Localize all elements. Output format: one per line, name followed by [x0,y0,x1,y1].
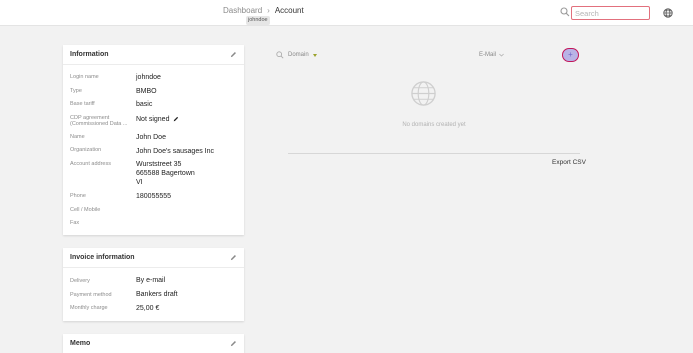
chevron-down-icon [312,53,317,57]
search-icon [276,51,284,59]
payment-label: Payment method [70,292,112,298]
memo-card-header: Memo [63,334,244,353]
memo-card: Memo [63,334,244,353]
type-label: Type [70,88,82,94]
organization-value: John Doe's sausages Inc [136,148,214,155]
login-name-value: johndoe [136,74,161,81]
address-line3: VI [136,179,143,186]
search-input[interactable] [571,6,650,20]
cell-label: Cell / Mobile [70,207,101,213]
domain-filter-dropdown[interactable]: Domain [288,52,317,58]
information-card: Information Login name johndoe Type BMBO… [63,45,244,235]
address-line2: 665588 Bagertown [136,170,195,177]
name-label: Name [70,134,85,140]
delivery-value: By e-mail [136,277,166,284]
phone-value: 180055555 [136,193,172,200]
payment-value: Bankers draft [136,291,178,298]
edit-icon[interactable] [230,254,237,261]
globe-icon[interactable] [663,8,673,18]
top-bar: Dashboard › Account johndoe [0,0,693,26]
globe-icon [411,81,436,106]
chevron-down-icon [499,53,504,57]
login-name-label: Login name [70,74,99,80]
address-label: Account address [70,161,111,167]
invoice-card-header: Invoice information [63,248,244,268]
organization-label: Organization [70,147,102,153]
add-domain-button[interactable]: + [562,48,579,62]
name-value: John Doe [136,134,166,141]
base-tariff-label: Base tariff [70,101,95,107]
cdp-value: Not signed [136,115,179,124]
user-chip: johndoe [246,16,270,25]
breadcrumb-dashboard-link[interactable]: Dashboard [223,6,262,15]
phone-label: Phone [70,193,86,199]
invoice-title: Invoice information [70,254,135,261]
search-icon [560,7,570,17]
address-line1: Wurststreet 35 [136,161,182,168]
delivery-label: Delivery [70,278,90,284]
cdp-label-sub: (Commissioned Data ... [70,121,128,127]
invoice-card: Invoice information Delivery By e-mail P… [63,248,244,321]
base-tariff-value: basic [136,101,153,108]
email-filter-dropdown[interactable]: E-Mail [479,52,504,58]
edit-icon[interactable] [230,51,237,58]
breadcrumb-current: Account [274,6,304,15]
charge-value: 25,00 € [136,305,160,312]
export-csv-link[interactable]: Export CSV [552,159,586,166]
pencil-icon[interactable] [173,116,179,122]
charge-label: Monthly charge [70,305,108,311]
add-domain-label: + [568,50,573,59]
fax-label: Fax [70,220,80,226]
breadcrumb: Dashboard › Account [223,6,304,15]
edit-icon[interactable] [230,340,237,347]
cdp-value-text: Not signed [136,116,170,123]
domain-filter-label: Domain [288,52,309,58]
divider [288,153,580,154]
information-card-header: Information [63,45,244,65]
type-value: BMBO [136,88,157,95]
email-filter-label: E-Mail [479,52,497,58]
memo-title: Memo [70,340,91,347]
information-title: Information [70,51,109,58]
breadcrumb-separator: › [267,6,270,15]
empty-state-text: No domains created yet [402,122,466,128]
